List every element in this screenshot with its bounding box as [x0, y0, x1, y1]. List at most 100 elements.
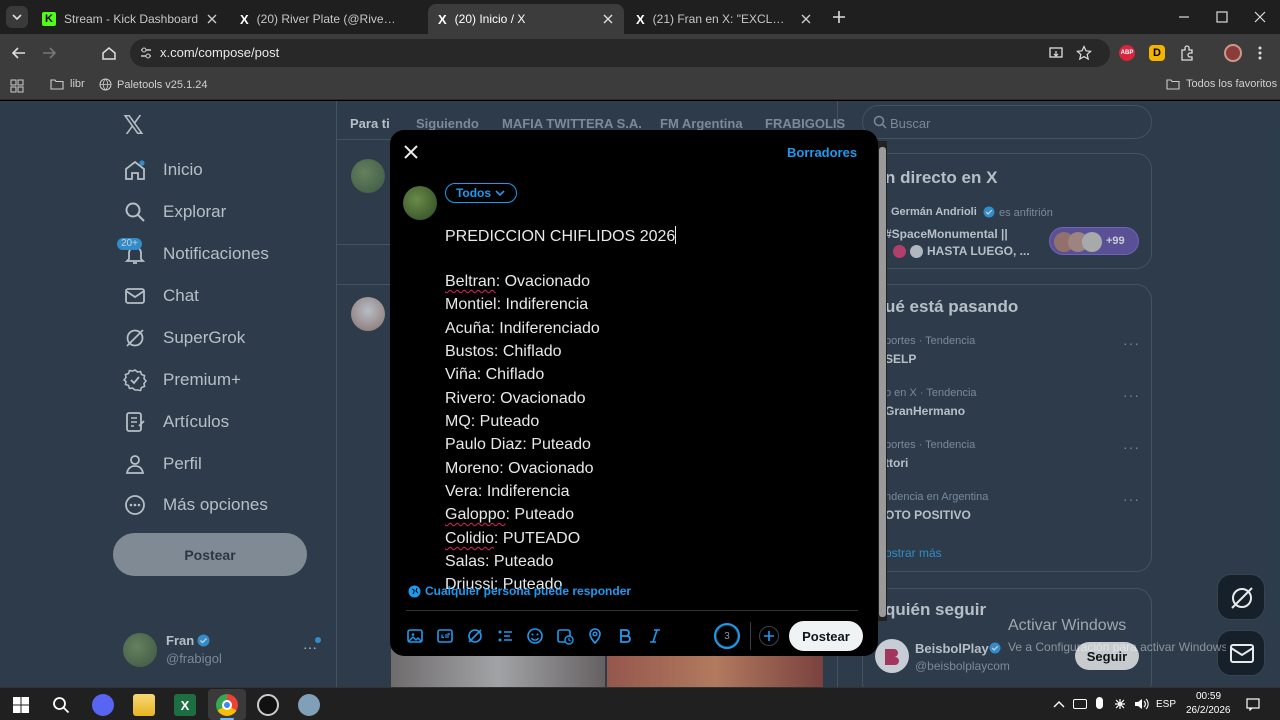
chrome-taskbar-button[interactable]	[208, 689, 246, 720]
compose-textarea[interactable]: PREDICCION CHIFLIDOS 2026 Beltran: Ovaci…	[390, 218, 860, 590]
volume-icon[interactable]	[1133, 697, 1149, 711]
image-icon[interactable]	[406, 627, 424, 645]
app-icon[interactable]	[298, 694, 320, 716]
globe-icon	[99, 78, 112, 91]
maximize-icon[interactable]	[1214, 10, 1230, 24]
bookmark-label: Paletools v25.1.24	[117, 78, 208, 91]
player-verdict: : Puteado	[522, 436, 591, 453]
compose-line: Moreno: Ovacionado	[445, 460, 594, 478]
mail-icon	[1230, 644, 1254, 663]
italic-icon[interactable]	[646, 627, 664, 645]
add-post-button[interactable]	[759, 626, 779, 646]
gif-icon[interactable]	[436, 627, 454, 645]
bookmark-label: Todos los favoritos	[1186, 78, 1278, 90]
browser-tab-kick[interactable]: K Stream - Kick Dashboard	[32, 4, 228, 34]
scrollbar-thumb[interactable]	[879, 147, 886, 617]
reply-setting[interactable]: Cualquier persona puede responder	[408, 584, 631, 598]
audience-label: Todos	[455, 186, 492, 200]
apps-grid-icon[interactable]	[10, 79, 24, 93]
close-icon[interactable]	[403, 144, 419, 160]
tab-title: (20) Inicio / X	[454, 12, 526, 26]
compose-line: Colidio: PUTEADO	[445, 530, 580, 548]
grok-icon[interactable]	[466, 627, 484, 645]
adblock-extension-icon[interactable]: ABP	[1119, 45, 1135, 61]
bookmark-libr[interactable]: libr	[50, 78, 85, 90]
chevron-up-icon[interactable]	[1053, 699, 1065, 709]
modal-scrollbar[interactable]	[878, 141, 887, 621]
extension-d-icon[interactable]: D	[1149, 45, 1165, 61]
discord-icon[interactable]	[92, 694, 114, 716]
close-icon[interactable]	[798, 11, 814, 27]
more-vertical-icon[interactable]	[1256, 44, 1264, 62]
bookmarks-bar: libr Paletools v25.1.24 Todos los favori…	[0, 72, 1280, 100]
install-app-icon[interactable]	[1048, 45, 1064, 61]
tab-search-button[interactable]	[6, 6, 28, 28]
notifications-icon[interactable]	[1246, 697, 1260, 711]
location-icon[interactable]	[586, 627, 604, 645]
chevron-down-icon	[12, 14, 22, 21]
windows-activation-title: Activar Windows	[1008, 617, 1127, 634]
compose-line: Paulo Diaz: Puteado	[445, 436, 591, 454]
player-verdict: : Puteado	[470, 413, 540, 430]
windows-taskbar: X ESP 00:59 26/2/2026	[0, 687, 1280, 720]
profile-avatar-icon[interactable]	[1224, 44, 1242, 62]
bookmark-label: libr	[70, 78, 85, 90]
file-explorer-icon[interactable]	[133, 694, 155, 716]
clock-time[interactable]: 00:59	[1196, 691, 1221, 702]
kick-logo-icon: K	[42, 12, 56, 26]
player-verdict: : Puteado	[505, 506, 575, 523]
minimize-icon[interactable]	[1176, 10, 1192, 24]
obs-icon[interactable]	[257, 694, 279, 716]
clock-date[interactable]: 26/2/2026	[1186, 705, 1231, 716]
compose-line: Salas: Puteado	[445, 553, 554, 571]
star-icon[interactable]	[1076, 45, 1092, 61]
schedule-icon[interactable]	[556, 627, 574, 645]
player-name: Vera	[445, 483, 478, 500]
back-arrow-icon[interactable]	[10, 44, 28, 62]
poll-icon[interactable]	[496, 627, 514, 645]
browser-tab-fran[interactable]: X (21) Fran en X: "EXCLUSIVA: LA	[626, 4, 822, 34]
forward-arrow-icon[interactable]	[40, 44, 58, 62]
tab-title: (21) Fran en X: "EXCLUSIVA: LA	[652, 12, 793, 26]
battery-icon[interactable]	[1073, 699, 1087, 709]
player-name: Bustos	[445, 343, 494, 360]
home-icon[interactable]	[100, 44, 118, 62]
player-verdict: : Chiflado	[476, 366, 545, 383]
player-name: Montiel	[445, 296, 497, 313]
bookmark-paletools[interactable]: Paletools v25.1.24	[99, 78, 208, 91]
player-name: Moreno	[445, 460, 500, 477]
microphone-icon[interactable]	[1096, 697, 1103, 709]
compose-title-text: PREDICCION CHIFLIDOS 2026	[445, 228, 676, 245]
browser-tab-riverplate[interactable]: X (20) River Plate (@RiverPlate) / X	[230, 4, 426, 34]
compose-post-button[interactable]: Postear	[789, 621, 863, 651]
player-name: Rivero	[445, 390, 492, 407]
network-icon[interactable]	[1113, 697, 1127, 711]
globe-icon	[408, 585, 421, 597]
browser-tab-inicio[interactable]: X (20) Inicio / X	[428, 4, 624, 34]
site-settings-icon[interactable]	[138, 45, 154, 61]
search-icon[interactable]	[50, 694, 72, 716]
extensions-puzzle-icon[interactable]	[1178, 44, 1196, 62]
close-icon[interactable]	[204, 11, 220, 27]
all-bookmarks[interactable]: Todos los favoritos	[1166, 78, 1277, 90]
audience-selector[interactable]: Todos	[445, 183, 517, 203]
compose-line: Rivero: Ovacionado	[445, 390, 586, 408]
input-language[interactable]: ESP	[1156, 699, 1176, 710]
x-logo-icon: X	[636, 11, 645, 27]
grok-icon	[1231, 587, 1253, 609]
tab-title: Stream - Kick Dashboard	[64, 12, 199, 26]
close-icon[interactable]	[600, 11, 616, 27]
windows-start-icon[interactable]	[10, 694, 32, 716]
emoji-icon[interactable]	[526, 627, 544, 645]
new-tab-icon[interactable]	[830, 8, 848, 26]
address-bar[interactable]: x.com/compose/post	[130, 39, 1110, 67]
player-name: Colidio	[445, 530, 494, 547]
folder-icon	[50, 79, 64, 90]
bold-icon[interactable]	[616, 627, 634, 645]
drafts-button[interactable]: Borradores	[787, 145, 857, 160]
window-close-icon[interactable]	[1252, 10, 1268, 24]
grok-floating-button[interactable]	[1217, 574, 1265, 620]
excel-icon[interactable]: X	[174, 694, 196, 716]
divider	[406, 610, 858, 611]
player-verdict: : Indiferencia	[477, 483, 570, 500]
